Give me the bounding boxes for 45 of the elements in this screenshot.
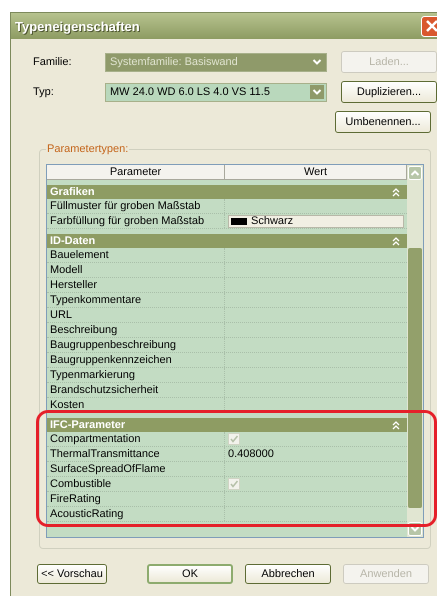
checkbox[interactable]: [228, 478, 240, 490]
parameter-name: Hersteller: [47, 278, 225, 292]
parameter-name: Typenkommentare: [47, 293, 225, 307]
parameter-name: Brandschutzsicherheit: [47, 383, 225, 397]
collapse-icon[interactable]: [392, 420, 400, 430]
field-label: Typ:: [32, 86, 55, 98]
scroll-up-icon[interactable]: [408, 166, 422, 180]
parameter-name: Kosten: [47, 398, 225, 412]
dialog-button[interactable]: OK: [147, 564, 233, 584]
parameter-name: Baugruppenkennzeichen: [47, 353, 225, 367]
parameter-name: Compartmentation: [47, 432, 225, 446]
group-title: ID-Daten: [50, 235, 96, 247]
parameter-name: Beschreibung: [47, 323, 225, 337]
field-label: Familie:: [32, 56, 73, 68]
close-icon[interactable]: [421, 16, 437, 36]
rename-button[interactable]: Umbenennen...: [335, 111, 431, 133]
type-dropdown[interactable]: MW 24.0 WD 6.0 LS 4.0 VS 11.5: [105, 82, 327, 102]
parameter-name: URL: [47, 308, 225, 322]
window-title: Typeneigenschaften: [15, 18, 140, 34]
parameter-value: 0.408000: [228, 448, 274, 460]
parameter-name: AcousticRating: [47, 507, 225, 521]
collapse-icon[interactable]: [392, 236, 400, 246]
parameter-name: SurfaceSpreadOfFlame: [47, 462, 225, 476]
collapse-icon[interactable]: [392, 188, 400, 196]
parameter-name: ThermalTransmittance: [47, 447, 225, 461]
group-title: IFC-Parameter: [50, 419, 126, 431]
parameter-name: Modell: [47, 263, 225, 277]
parameter-name: Baugruppenbeschreibung: [47, 338, 225, 352]
group-label: Parametertypen:: [46, 143, 130, 155]
dialog-button[interactable]: Abbrechen: [245, 564, 331, 584]
dialog-button[interactable]: << Vorschau: [37, 564, 107, 584]
parameter-name: FireRating: [47, 492, 225, 506]
column-header[interactable]: Wert: [225, 165, 407, 180]
dialog-button[interactable]: Duplizieren...: [341, 81, 437, 103]
parameter-name: Farbfüllung für groben Maßstab: [47, 214, 225, 228]
column-header[interactable]: Parameter: [47, 165, 225, 180]
parameter-name: Füllmuster für groben Maßstab: [47, 199, 225, 213]
scroll-thumb[interactable]: [408, 248, 422, 508]
color-button[interactable]: Schwarz: [228, 214, 404, 228]
parameter-name: Combustible: [47, 477, 225, 491]
group-title: Grafiken: [50, 186, 95, 198]
scrollbar[interactable]: [407, 165, 423, 537]
parameter-name: Typenmarkierung: [47, 368, 225, 382]
checkbox[interactable]: [228, 433, 240, 445]
parameter-name: Bauelement: [47, 248, 225, 262]
